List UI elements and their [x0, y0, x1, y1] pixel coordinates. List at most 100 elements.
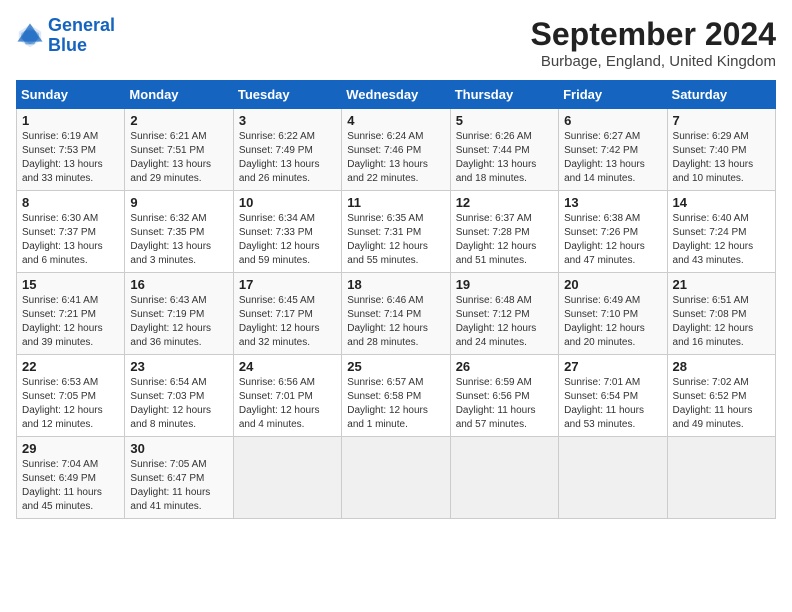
- calendar-day-cell: [559, 437, 667, 519]
- day-number: 23: [130, 359, 227, 374]
- calendar-day-cell: 1 Sunrise: 6:19 AMSunset: 7:53 PMDaylight…: [17, 109, 125, 191]
- day-number: 6: [564, 113, 661, 128]
- weekday-header-thursday: Thursday: [450, 81, 558, 109]
- day-info: Sunrise: 6:56 AMSunset: 7:01 PMDaylight:…: [239, 377, 320, 430]
- day-info: Sunrise: 6:34 AMSunset: 7:33 PMDaylight:…: [239, 213, 320, 266]
- day-info: Sunrise: 6:41 AMSunset: 7:21 PMDaylight:…: [22, 295, 103, 348]
- logo-text: General Blue: [48, 16, 115, 56]
- calendar-day-cell: 24Sunrise: 6:56 AMSunset: 7:01 PMDayligh…: [233, 355, 341, 437]
- calendar-day-cell: 25 Sunrise: 6:57 AMSunset: 6:58 PMDayligh…: [342, 355, 450, 437]
- day-info: Sunrise: 7:05 AMSunset: 6:47 PMDaylight:…: [130, 459, 210, 512]
- calendar-week-row: 8 Sunrise: 6:30 AMSunset: 7:37 PMDaylight…: [17, 191, 776, 273]
- calendar-day-cell: 6 Sunrise: 6:27 AMSunset: 7:42 PMDaylight…: [559, 109, 667, 191]
- calendar-day-cell: 2 Sunrise: 6:21 AMSunset: 7:51 PMDaylight…: [125, 109, 233, 191]
- day-info: Sunrise: 6:29 AMSunset: 7:40 PMDaylight:…: [673, 131, 754, 184]
- day-info: Sunrise: 7:04 AMSunset: 6:49 PMDaylight:…: [22, 459, 102, 512]
- calendar-day-cell: 15Sunrise: 6:41 AMSunset: 7:21 PMDayligh…: [17, 273, 125, 355]
- calendar-day-cell: 18 Sunrise: 6:46 AMSunset: 7:14 PMDayligh…: [342, 273, 450, 355]
- calendar-day-cell: 17 Sunrise: 6:45 AMSunset: 7:17 PMDayligh…: [233, 273, 341, 355]
- logo: General Blue: [16, 16, 115, 56]
- weekday-header-sunday: Sunday: [17, 81, 125, 109]
- day-number: 28: [673, 359, 770, 374]
- calendar-week-row: 15Sunrise: 6:41 AMSunset: 7:21 PMDayligh…: [17, 273, 776, 355]
- day-info: Sunrise: 7:02 AMSunset: 6:52 PMDaylight:…: [673, 377, 753, 430]
- day-number: 26: [456, 359, 553, 374]
- calendar-day-cell: 27Sunrise: 7:01 AMSunset: 6:54 PMDayligh…: [559, 355, 667, 437]
- weekday-header-tuesday: Tuesday: [233, 81, 341, 109]
- day-info: Sunrise: 6:53 AMSunset: 7:05 PMDaylight:…: [22, 377, 103, 430]
- day-info: Sunrise: 7:01 AMSunset: 6:54 PMDaylight:…: [564, 377, 644, 430]
- day-number: 18: [347, 277, 444, 292]
- day-number: 14: [673, 195, 770, 210]
- weekday-header-monday: Monday: [125, 81, 233, 109]
- day-number: 9: [130, 195, 227, 210]
- day-number: 4: [347, 113, 444, 128]
- day-number: 3: [239, 113, 336, 128]
- day-number: 29: [22, 441, 119, 456]
- day-info: Sunrise: 6:19 AMSunset: 7:53 PMDaylight:…: [22, 131, 103, 184]
- day-info: Sunrise: 6:45 AMSunset: 7:17 PMDaylight:…: [239, 295, 320, 348]
- day-number: 30: [130, 441, 227, 456]
- calendar-day-cell: [667, 437, 775, 519]
- calendar-day-cell: [450, 437, 558, 519]
- day-info: Sunrise: 6:46 AMSunset: 7:14 PMDaylight:…: [347, 295, 428, 348]
- calendar-day-cell: 16Sunrise: 6:43 AMSunset: 7:19 PMDayligh…: [125, 273, 233, 355]
- day-number: 12: [456, 195, 553, 210]
- day-number: 16: [130, 277, 227, 292]
- calendar-table: SundayMondayTuesdayWednesdayThursdayFrid…: [16, 80, 776, 519]
- day-info: Sunrise: 6:24 AMSunset: 7:46 PMDaylight:…: [347, 131, 428, 184]
- day-number: 2: [130, 113, 227, 128]
- calendar-day-cell: 8 Sunrise: 6:30 AMSunset: 7:37 PMDaylight…: [17, 191, 125, 273]
- weekday-header-saturday: Saturday: [667, 81, 775, 109]
- logo-icon: [16, 22, 44, 50]
- calendar-day-cell: 13Sunrise: 6:38 AMSunset: 7:26 PMDayligh…: [559, 191, 667, 273]
- day-number: 13: [564, 195, 661, 210]
- day-info: Sunrise: 6:30 AMSunset: 7:37 PMDaylight:…: [22, 213, 103, 266]
- day-number: 7: [673, 113, 770, 128]
- calendar-day-cell: [342, 437, 450, 519]
- day-number: 22: [22, 359, 119, 374]
- weekday-header-row: SundayMondayTuesdayWednesdayThursdayFrid…: [17, 81, 776, 109]
- day-info: Sunrise: 6:35 AMSunset: 7:31 PMDaylight:…: [347, 213, 428, 266]
- day-info: Sunrise: 6:26 AMSunset: 7:44 PMDaylight:…: [456, 131, 537, 184]
- day-number: 25: [347, 359, 444, 374]
- calendar-day-cell: 26 Sunrise: 6:59 AMSunset: 6:56 PMDayligh…: [450, 355, 558, 437]
- day-info: Sunrise: 6:21 AMSunset: 7:51 PMDaylight:…: [130, 131, 211, 184]
- day-info: Sunrise: 6:32 AMSunset: 7:35 PMDaylight:…: [130, 213, 211, 266]
- calendar-day-cell: 28 Sunrise: 7:02 AMSunset: 6:52 PMDayligh…: [667, 355, 775, 437]
- weekday-header-friday: Friday: [559, 81, 667, 109]
- weekday-header-wednesday: Wednesday: [342, 81, 450, 109]
- calendar-day-cell: 3 Sunrise: 6:22 AMSunset: 7:49 PMDaylight…: [233, 109, 341, 191]
- calendar-day-cell: 11 Sunrise: 6:35 AMSunset: 7:31 PMDayligh…: [342, 191, 450, 273]
- month-title: September 2024: [531, 16, 776, 53]
- page-header: General Blue September 2024 Burbage, Eng…: [16, 16, 776, 70]
- calendar-day-cell: 21Sunrise: 6:51 AMSunset: 7:08 PMDayligh…: [667, 273, 775, 355]
- calendar-day-cell: [233, 437, 341, 519]
- day-number: 1: [22, 113, 119, 128]
- calendar-day-cell: 20Sunrise: 6:49 AMSunset: 7:10 PMDayligh…: [559, 273, 667, 355]
- calendar-day-cell: 22 Sunrise: 6:53 AMSunset: 7:05 PMDayligh…: [17, 355, 125, 437]
- day-info: Sunrise: 6:22 AMSunset: 7:49 PMDaylight:…: [239, 131, 320, 184]
- day-info: Sunrise: 6:51 AMSunset: 7:08 PMDaylight:…: [673, 295, 754, 348]
- day-info: Sunrise: 6:49 AMSunset: 7:10 PMDaylight:…: [564, 295, 645, 348]
- day-info: Sunrise: 6:37 AMSunset: 7:28 PMDaylight:…: [456, 213, 537, 266]
- calendar-week-row: 1 Sunrise: 6:19 AMSunset: 7:53 PMDaylight…: [17, 109, 776, 191]
- day-number: 11: [347, 195, 444, 210]
- calendar-week-row: 29 Sunrise: 7:04 AMSunset: 6:49 PMDayligh…: [17, 437, 776, 519]
- calendar-day-cell: 10Sunrise: 6:34 AMSunset: 7:33 PMDayligh…: [233, 191, 341, 273]
- title-block: September 2024 Burbage, England, United …: [531, 16, 776, 70]
- calendar-day-cell: 5 Sunrise: 6:26 AMSunset: 7:44 PMDaylight…: [450, 109, 558, 191]
- day-info: Sunrise: 6:27 AMSunset: 7:42 PMDaylight:…: [564, 131, 645, 184]
- day-number: 8: [22, 195, 119, 210]
- day-number: 5: [456, 113, 553, 128]
- calendar-day-cell: 9 Sunrise: 6:32 AMSunset: 7:35 PMDaylight…: [125, 191, 233, 273]
- day-info: Sunrise: 6:59 AMSunset: 6:56 PMDaylight:…: [456, 377, 536, 430]
- calendar-day-cell: 29 Sunrise: 7:04 AMSunset: 6:49 PMDayligh…: [17, 437, 125, 519]
- day-number: 17: [239, 277, 336, 292]
- day-info: Sunrise: 6:48 AMSunset: 7:12 PMDaylight:…: [456, 295, 537, 348]
- calendar-day-cell: 7 Sunrise: 6:29 AMSunset: 7:40 PMDaylight…: [667, 109, 775, 191]
- calendar-day-cell: 4 Sunrise: 6:24 AMSunset: 7:46 PMDaylight…: [342, 109, 450, 191]
- day-info: Sunrise: 6:57 AMSunset: 6:58 PMDaylight:…: [347, 377, 428, 430]
- calendar-day-cell: 19Sunrise: 6:48 AMSunset: 7:12 PMDayligh…: [450, 273, 558, 355]
- location: Burbage, England, United Kingdom: [531, 53, 776, 70]
